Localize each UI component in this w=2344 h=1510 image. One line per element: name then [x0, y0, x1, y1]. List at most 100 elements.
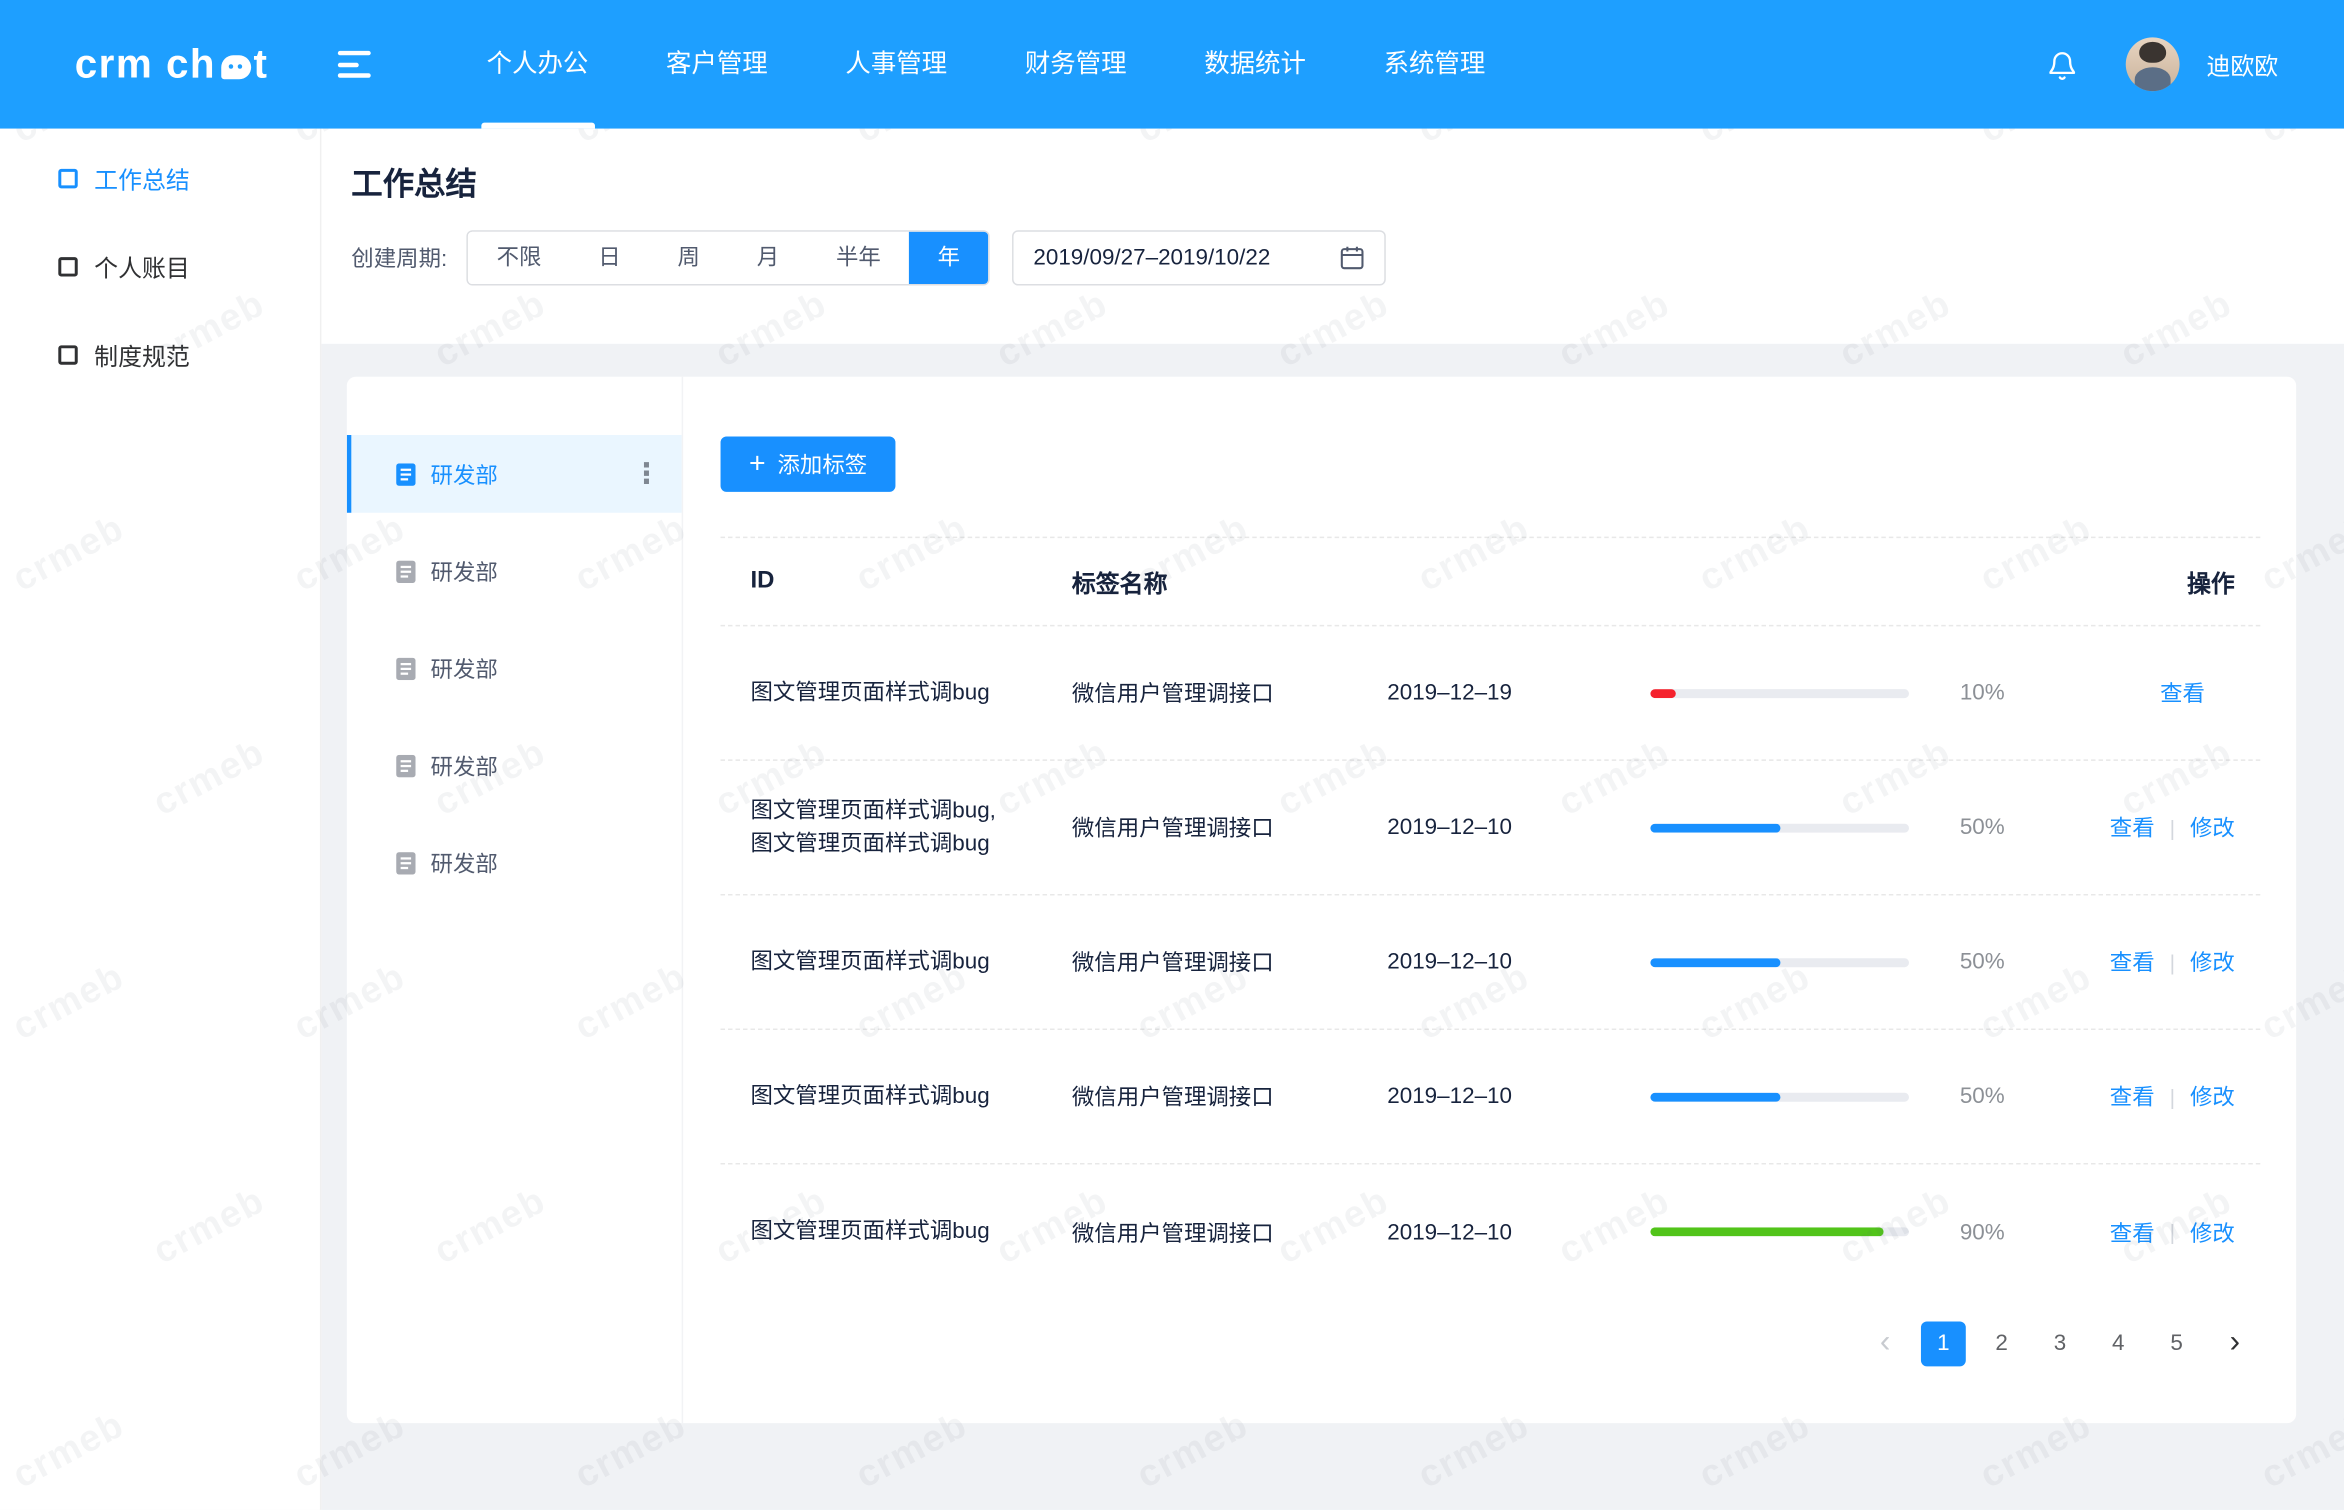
department-label: 研发部	[431, 750, 498, 781]
avatar[interactable]	[2126, 37, 2180, 91]
progress-cell	[1650, 1092, 1934, 1101]
screenshot-root: crm ch t 个人办公 客户管理 人事管理 财务管理 数据统计 系统管理	[0, 0, 2344, 1510]
period-option-month[interactable]: 月	[728, 232, 807, 284]
sidebar-item-label: 个人账目	[94, 248, 190, 284]
view-link[interactable]: 查看	[2110, 812, 2155, 843]
progress-fill	[1650, 688, 1676, 697]
top-nav: 个人办公 客户管理 人事管理 财务管理 数据统计 系统管理	[448, 0, 1524, 129]
filter-toolbar: 工作总结 创建周期: 不限 日 周 月 半年 年 2019/09/27–2019…	[321, 129, 2344, 344]
nav-item-data-statistics[interactable]: 数据统计	[1165, 0, 1344, 129]
pagination-page-4[interactable]: 4	[2096, 1321, 2141, 1366]
task-name: 图文管理页面样式调bug	[721, 946, 1072, 979]
table-row: 图文管理页面样式调bug 微信用户管理调接口 2019–12–10 90% 查看…	[721, 1165, 2261, 1300]
logo-bubble-icon	[221, 55, 251, 79]
department-item[interactable]: 研发部 ⋮	[347, 435, 682, 513]
content-card: 研发部 ⋮ 研发部 研发部	[347, 377, 2296, 1423]
work-summary-icon	[58, 168, 77, 187]
department-label: 研发部	[431, 847, 498, 878]
progress-percent: 90%	[1934, 1219, 2069, 1244]
pagination-page-1[interactable]: 1	[1921, 1321, 1966, 1366]
tag-name: 微信用户管理调接口	[1072, 1081, 1387, 1112]
document-icon	[396, 560, 415, 582]
row-date: 2019–12–10	[1387, 1084, 1650, 1109]
document-icon	[396, 851, 415, 873]
nav-item-customer-management[interactable]: 客户管理	[627, 0, 806, 129]
user-name[interactable]: 迪欧欧	[2206, 46, 2278, 82]
progress-percent: 50%	[1934, 815, 2069, 840]
edit-link[interactable]: 修改	[2190, 1081, 2235, 1112]
progress-bar	[1650, 957, 1909, 966]
department-item[interactable]: 研发部	[347, 629, 682, 707]
column-header-actions: 操作	[2069, 564, 2260, 600]
more-actions-icon[interactable]: ⋮	[632, 460, 660, 488]
table-content: + 添加标签 ID 标签名称 操作 图文管理页面	[683, 377, 2296, 1423]
menu-toggle-icon[interactable]	[337, 44, 376, 84]
notification-bell-icon[interactable]	[2046, 47, 2077, 81]
pagination-page-5[interactable]: 5	[2154, 1321, 2199, 1366]
add-tag-button[interactable]: + 添加标签	[721, 437, 896, 492]
pagination-page-2[interactable]: 2	[1979, 1321, 2024, 1366]
progress-bar	[1650, 1227, 1909, 1236]
date-range-input[interactable]: 2019/09/27–2019/10/22	[1012, 230, 1386, 285]
view-link[interactable]: 查看	[2110, 1216, 2155, 1247]
table-row: 图文管理页面样式调bug 微信用户管理调接口 2019–12–10 50% 查看…	[721, 1030, 2261, 1165]
document-icon	[396, 754, 415, 776]
progress-cell	[1650, 688, 1934, 697]
row-date: 2019–12–10	[1387, 815, 1650, 840]
tags-table: ID 标签名称 操作 图文管理页面样式调bug 微信用户管理调接口 2019–1…	[721, 537, 2261, 1299]
tag-name: 微信用户管理调接口	[1072, 1216, 1387, 1247]
row-actions: 查看 | 修改	[2069, 812, 2260, 843]
progress-percent: 50%	[1934, 1084, 2069, 1109]
task-name: 图文管理页面样式调bug	[721, 1216, 1072, 1249]
filter-row: 创建周期: 不限 日 周 月 半年 年 2019/09/27–2019/10/2…	[351, 230, 2308, 285]
progress-fill	[1650, 1227, 1883, 1236]
edit-link[interactable]: 修改	[2190, 812, 2235, 843]
nav-item-finance-management[interactable]: 财务管理	[986, 0, 1165, 129]
view-link[interactable]: 查看	[2110, 946, 2155, 977]
document-icon	[396, 463, 415, 485]
sidebar-item-work-summary[interactable]: 工作总结	[0, 144, 320, 213]
nav-item-system-management[interactable]: 系统管理	[1345, 0, 1524, 129]
period-option-half-year[interactable]: 半年	[808, 232, 910, 284]
progress-cell	[1650, 823, 1934, 832]
department-item[interactable]: 研发部	[347, 727, 682, 805]
progress-fill	[1650, 1092, 1779, 1101]
period-option-year[interactable]: 年	[909, 232, 988, 284]
period-option-unlimited[interactable]: 不限	[468, 232, 570, 284]
table-row: 图文管理页面样式调bug, 图文管理页面样式调bug 微信用户管理调接口 201…	[721, 761, 2261, 896]
row-actions: 查看	[2069, 677, 2260, 708]
calendar-icon	[1340, 245, 1365, 270]
department-item[interactable]: 研发部	[347, 824, 682, 902]
department-label: 研发部	[431, 653, 498, 684]
app-viewport: crm ch t 个人办公 客户管理 人事管理 财务管理 数据统计 系统管理	[0, 0, 2344, 1510]
row-date: 2019–12–10	[1387, 949, 1650, 974]
pagination-prev[interactable]: ‹	[1863, 1321, 1908, 1366]
app-logo: crm ch t	[75, 41, 269, 87]
nav-item-hr-management[interactable]: 人事管理	[807, 0, 986, 129]
edit-link[interactable]: 修改	[2190, 946, 2235, 977]
table-row: 图文管理页面样式调bug 微信用户管理调接口 2019–12–10 50% 查看…	[721, 895, 2261, 1030]
pagination-next[interactable]: ›	[2212, 1321, 2257, 1366]
department-panel: 研发部 ⋮ 研发部 研发部	[347, 377, 683, 1423]
period-option-week[interactable]: 周	[649, 232, 728, 284]
view-link[interactable]: 查看	[2110, 1081, 2155, 1112]
period-label: 创建周期:	[351, 242, 447, 273]
period-option-day[interactable]: 日	[570, 232, 649, 284]
pagination-page-3[interactable]: 3	[2038, 1321, 2083, 1366]
document-icon	[396, 657, 415, 679]
sidebar-item-rules[interactable]: 制度规范	[0, 320, 320, 389]
department-item[interactable]: 研发部	[347, 532, 682, 610]
sidebar: 工作总结 个人账目 制度规范	[0, 129, 321, 1510]
row-date: 2019–12–19	[1387, 680, 1650, 705]
progress-bar	[1650, 688, 1909, 697]
logo-text-right: t	[253, 41, 268, 87]
nav-item-personal-office[interactable]: 个人办公	[448, 0, 627, 129]
date-range-value: 2019/09/27–2019/10/22	[1033, 245, 1319, 270]
view-link[interactable]: 查看	[2160, 677, 2205, 708]
edit-link[interactable]: 修改	[2190, 1216, 2235, 1247]
sidebar-item-personal-account[interactable]: 个人账目	[0, 232, 320, 301]
tag-name: 微信用户管理调接口	[1072, 946, 1387, 977]
column-header-id: ID	[721, 568, 1072, 595]
tag-name: 微信用户管理调接口	[1072, 677, 1387, 708]
progress-cell	[1650, 957, 1934, 966]
